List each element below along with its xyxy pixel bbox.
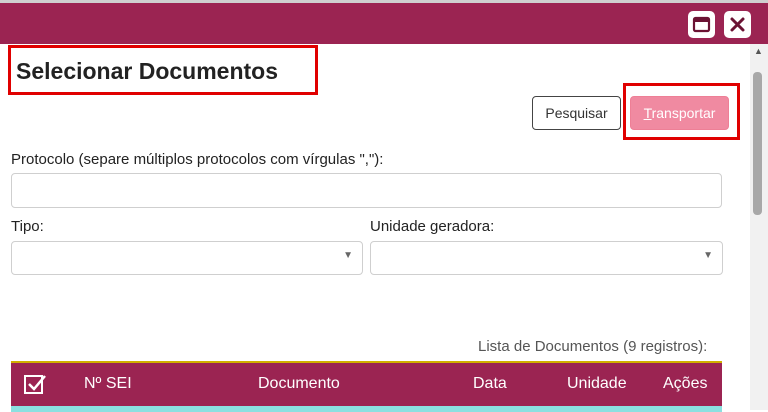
scrollbar-thumb[interactable]: [753, 72, 762, 215]
select-all-checkbox[interactable]: [23, 372, 47, 401]
close-icon: [730, 17, 745, 32]
window-maximize-icon: [692, 16, 711, 33]
column-header-documento[interactable]: Documento: [258, 375, 340, 393]
tipo-select[interactable]: ▼: [11, 241, 363, 275]
close-button[interactable]: [724, 11, 751, 38]
checkbox-checked-icon: [24, 375, 46, 394]
column-header-unidade[interactable]: Unidade: [567, 375, 627, 393]
window-title-bar: [0, 0, 768, 44]
vertical-scrollbar[interactable]: ▲: [750, 44, 768, 410]
table-row[interactable]: [11, 406, 722, 412]
chevron-down-icon: ▼: [343, 250, 353, 261]
table-header: Nº SEI Documento Data Unidade Ações: [11, 361, 722, 406]
protocolo-input[interactable]: [11, 173, 722, 208]
column-header-acoes: Ações: [663, 375, 708, 392]
document-list-caption: Lista de Documentos (9 registros):: [478, 338, 708, 355]
chevron-down-icon: ▼: [703, 250, 713, 261]
scroll-up-arrow-icon[interactable]: ▲: [754, 46, 763, 56]
column-header-data[interactable]: Data: [473, 375, 507, 393]
unidade-geradora-label: Unidade geradora:: [370, 218, 495, 235]
search-button[interactable]: Pesquisar: [532, 96, 621, 130]
column-header-sei[interactable]: Nº SEI: [84, 375, 132, 393]
unidade-geradora-select[interactable]: ▼: [370, 241, 723, 275]
tipo-label: Tipo:: [11, 218, 44, 235]
dialog-content: Selecionar Documentos Pesquisar Transpor…: [0, 44, 750, 412]
transport-highlight-box: [623, 83, 740, 140]
maximize-button[interactable]: [688, 11, 715, 38]
title-highlight-box: [8, 45, 318, 95]
protocolo-label: Protocolo (separe múltiplos protocolos c…: [11, 151, 384, 168]
